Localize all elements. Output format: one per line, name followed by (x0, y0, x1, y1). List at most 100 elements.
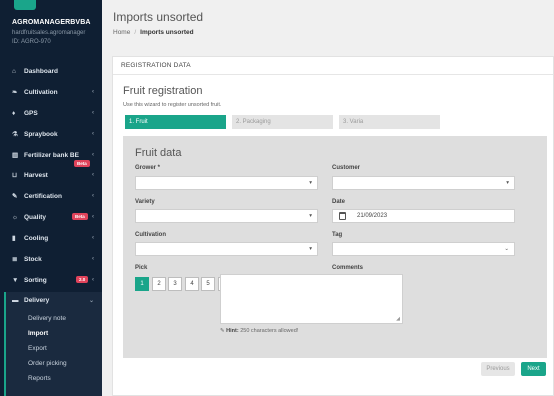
comment-icon: ✎ (220, 328, 225, 334)
tag-select[interactable]: ⌄ (332, 242, 515, 256)
chevron-left-icon: ‹ (92, 89, 94, 95)
hint-text: 250 characters allowed! (240, 328, 299, 334)
sidebar-item-label: Quality (24, 213, 47, 221)
account-email: hardfruitsales.agromanager (12, 30, 86, 36)
pick-option-5[interactable]: 5 (201, 277, 215, 291)
variety-label: Variety (135, 199, 155, 205)
leaf-icon: ❧ (12, 89, 18, 96)
sidebar: AGROMANAGERBVBA hardfruitsales.agromanag… (0, 0, 102, 396)
breadcrumb: Home / Imports unsorted (113, 29, 194, 36)
sidebar-subitem-order-picking[interactable]: Order picking (28, 360, 67, 367)
comments-textarea[interactable]: ◢ (220, 274, 403, 324)
chevron-left-icon: ‹ (92, 152, 94, 158)
sidebar-item-label: Sorting (24, 276, 47, 284)
pick-option-1[interactable]: 1 (135, 277, 149, 291)
certificate-icon: ✎ (12, 193, 18, 200)
caret-down-icon: ▾ (309, 246, 312, 252)
cultivation-label: Cultivation (135, 232, 166, 238)
sidebar-item-label: Fertilizer bank BE (24, 151, 79, 159)
beta-badge: Beta (72, 213, 88, 220)
sidebar-item-label: Certification (24, 192, 62, 200)
sidebar-subitem-delivery-note[interactable]: Delivery note (28, 315, 66, 322)
sidebar-item-label: Spraybook (24, 130, 58, 138)
sidebar-item-label: Dashboard (24, 67, 58, 75)
quality-icon: ☼ (12, 213, 18, 221)
tag-label: Tag (332, 232, 343, 238)
calendar-icon (339, 212, 346, 220)
registration-card: REGISTRATION DATA Fruit registration Use… (112, 56, 554, 396)
sidebar-item-cultivation[interactable]: ❧ Cultivation ‹ (0, 84, 102, 100)
sidebar-subitem-export[interactable]: Export (28, 345, 47, 352)
caret-down-icon: ▾ (309, 180, 312, 186)
sidebar-item-spraybook[interactable]: ⚗ Spraybook ‹ (0, 126, 102, 142)
chevron-left-icon: ‹ (92, 172, 94, 178)
cultivation-select[interactable]: ▾ (135, 242, 318, 256)
app-logo[interactable] (14, 0, 36, 10)
date-value: 21/09/2023 (357, 213, 388, 219)
card-heading: REGISTRATION DATA (113, 57, 553, 75)
chevron-down-icon: ⌄ (88, 297, 94, 304)
caret-down-icon: ▾ (506, 180, 509, 186)
comments-hint: ✎ Hint: 250 characters allowed! (220, 328, 298, 334)
sidebar-item-dashboard[interactable]: ⌂ Dashboard (0, 63, 102, 79)
sidebar-item-gps[interactable]: ♦ GPS ‹ (0, 105, 102, 121)
version-badge: 2.0 (76, 276, 89, 283)
chevron-left-icon: ‹ (92, 256, 94, 262)
customer-label: Customer (332, 165, 361, 171)
flask-icon: ⚗ (12, 131, 18, 138)
home-icon: ⌂ (12, 67, 16, 75)
sidebar-item-certification[interactable]: ✎ Certification ‹ (0, 188, 102, 204)
list-icon: ≣ (12, 256, 18, 263)
company-name: AGROMANAGERBVBA (12, 19, 91, 26)
basket-icon: ⊔ (12, 172, 18, 179)
sidebar-item-harvest[interactable]: ⊔ Harvest ‹ (0, 167, 102, 183)
next-button[interactable]: Next (521, 362, 546, 376)
step-fruit[interactable]: 1. Fruit (125, 115, 226, 129)
step-packaging[interactable]: 2. Packaging (232, 115, 333, 129)
wizard-title: Fruit registration (123, 85, 203, 97)
sidebar-item-label: Cultivation (24, 88, 58, 96)
chevron-left-icon: ‹ (92, 214, 94, 220)
account-id: ID: AGRO-970 (12, 39, 51, 45)
map-pin-icon: ♦ (12, 109, 16, 117)
comments-label: Comments (332, 265, 364, 271)
grower-select[interactable]: ▾ (135, 176, 318, 190)
variety-select[interactable]: ▾ (135, 209, 318, 223)
bank-icon: ▥ (12, 152, 19, 159)
sidebar-item-label: Cooling (24, 234, 49, 242)
resize-grip-icon[interactable]: ◢ (396, 316, 400, 322)
chevron-left-icon: ‹ (92, 193, 94, 199)
chevron-left-icon: ‹ (92, 277, 94, 283)
hint-prefix: Hint: (226, 328, 239, 334)
sidebar-item-stock[interactable]: ≣ Stock ‹ (0, 251, 102, 267)
chevron-left-icon: ‹ (92, 110, 94, 116)
date-field[interactable]: 21/09/2023 (332, 209, 515, 223)
panel-title: Fruit data (135, 147, 182, 159)
breadcrumb-home[interactable]: Home (113, 29, 130, 36)
breadcrumb-current: Imports unsorted (140, 29, 194, 36)
caret-down-icon: ▾ (309, 213, 312, 219)
beta-badge: Beta (74, 160, 90, 167)
thermometer-icon: ▮ (12, 235, 16, 242)
sidebar-item-delivery[interactable]: ▬ Delivery ⌄ (0, 292, 102, 308)
sidebar-subitem-reports[interactable]: Reports (28, 375, 51, 382)
pick-option-4[interactable]: 4 (185, 277, 199, 291)
chevron-down-icon: ⌄ (504, 246, 509, 252)
pick-option-2[interactable]: 2 (152, 277, 166, 291)
fruit-data-panel: Fruit data Grower * ▾ Customer ▾ Variety… (123, 136, 547, 358)
customer-select[interactable]: ▾ (332, 176, 515, 190)
sidebar-item-label: Delivery (24, 296, 50, 304)
date-label: Date (332, 199, 346, 205)
pick-label: Pick (135, 265, 148, 271)
sidebar-item-label: Stock (24, 255, 42, 263)
sidebar-subitem-import[interactable]: Import (28, 330, 48, 337)
chevron-left-icon: ‹ (92, 131, 94, 137)
grower-label: Grower * (135, 165, 161, 171)
wizard-subtitle: Use this wizard to register unsorted fru… (123, 102, 222, 108)
chevron-left-icon: ‹ (92, 235, 94, 241)
step-varia[interactable]: 3. Varia (339, 115, 440, 129)
pick-option-3[interactable]: 3 (168, 277, 182, 291)
sidebar-item-label: Harvest (24, 171, 48, 179)
previous-button[interactable]: Previous (481, 362, 515, 376)
sidebar-item-cooling[interactable]: ▮ Cooling ‹ (0, 230, 102, 246)
